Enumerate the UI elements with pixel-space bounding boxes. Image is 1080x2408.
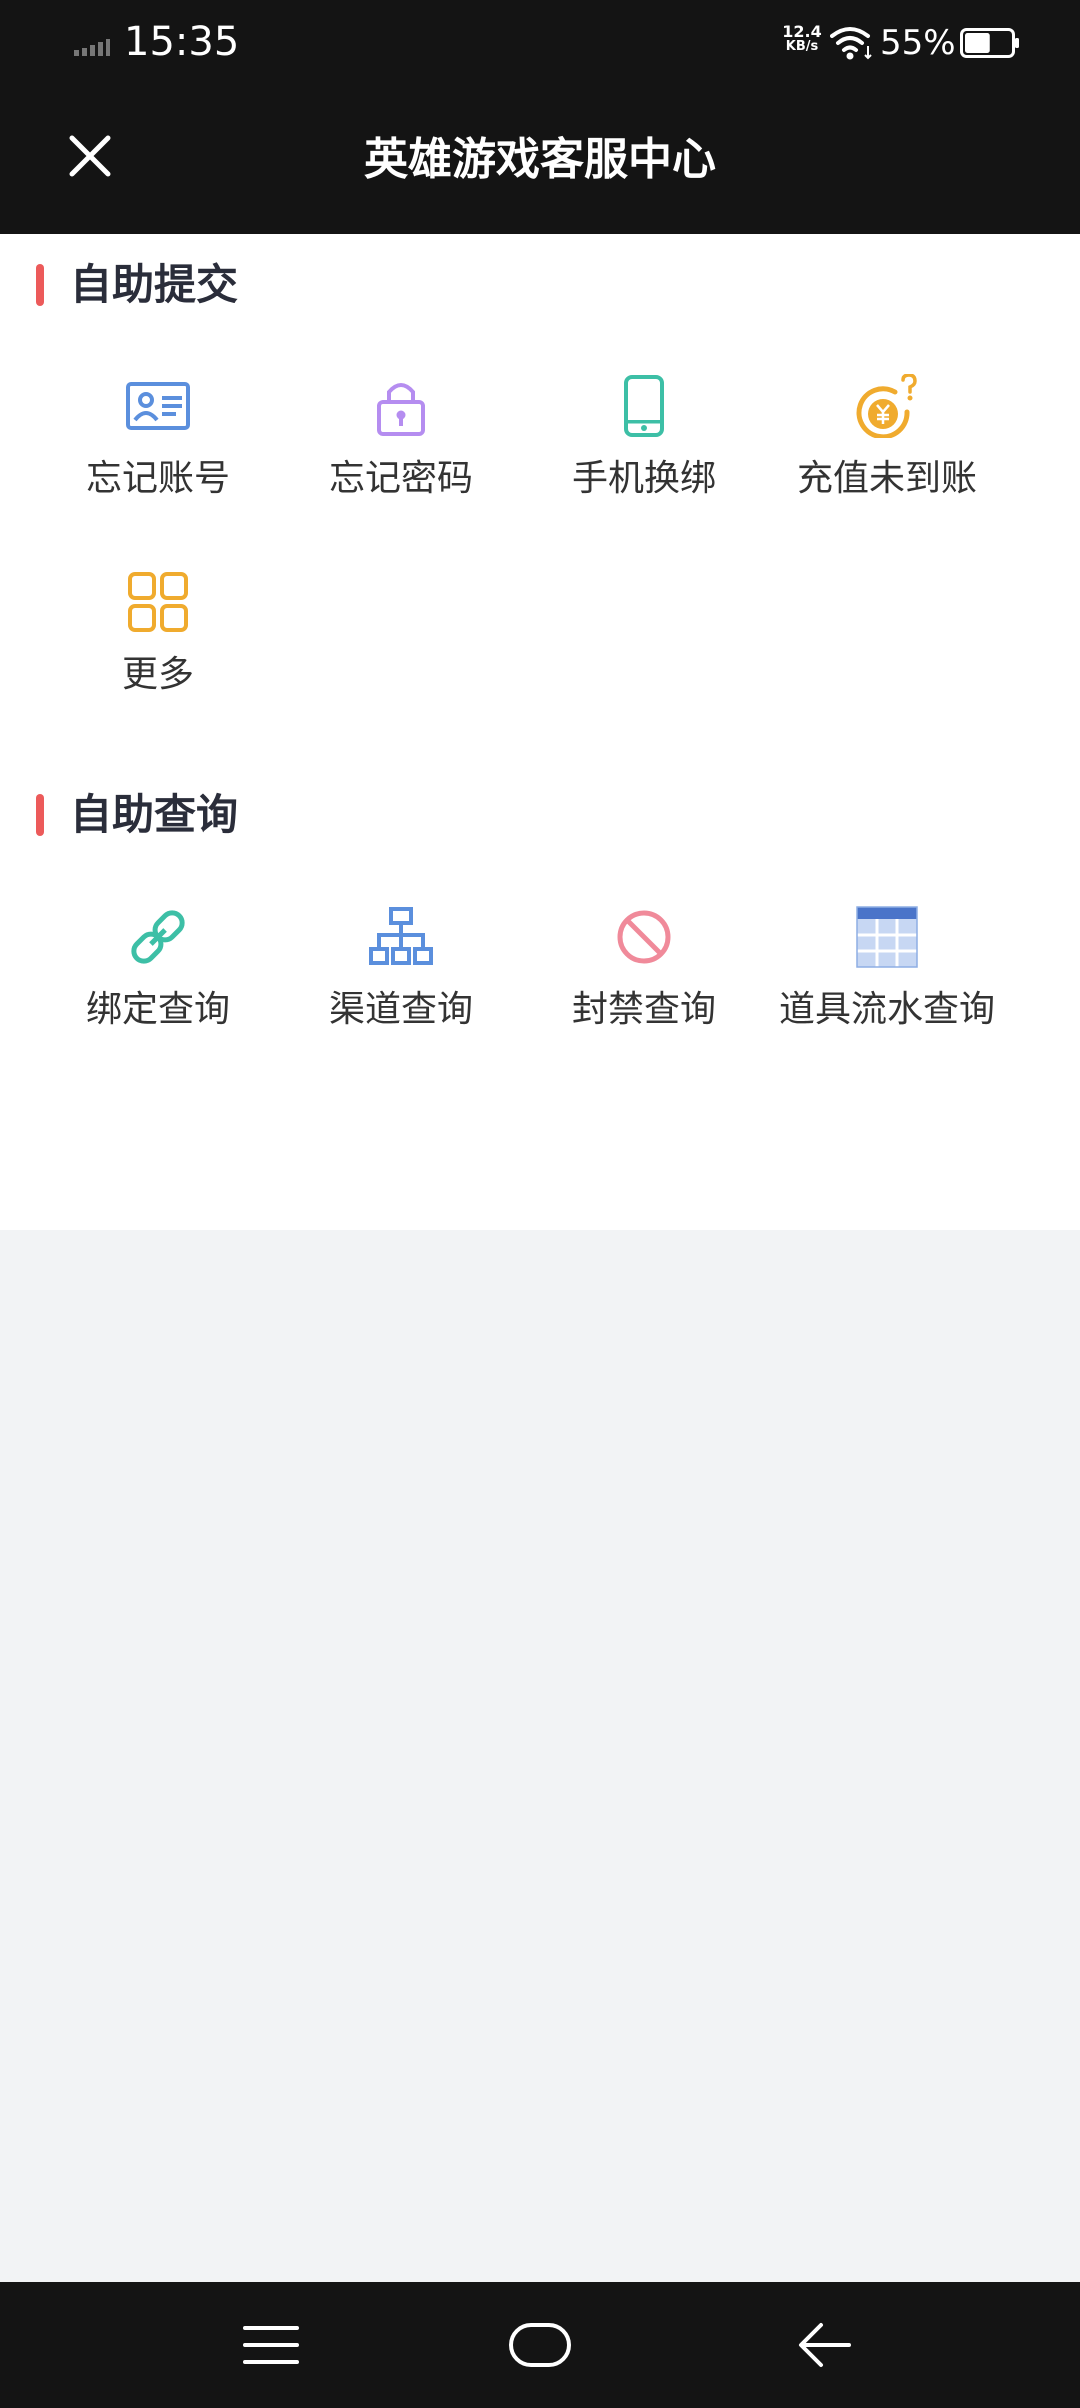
section-header-self-query: 自助查询: [36, 785, 238, 845]
status-time: 15:35: [124, 19, 240, 65]
close-button[interactable]: [60, 126, 120, 186]
tile-item-flow-query[interactable]: 道具流水查询: [765, 905, 1009, 1055]
tile-forgot-account[interactable]: 忘记账号: [36, 374, 280, 524]
tile-binding-query[interactable]: 绑定查询: [36, 905, 280, 1055]
org-chart-icon: [369, 907, 433, 965]
phone-icon: [624, 375, 664, 437]
tile-ban-query[interactable]: 封禁查询: [522, 905, 766, 1055]
back-arrow-icon: [799, 2323, 851, 2367]
home-button[interactable]: [505, 2315, 575, 2375]
battery-percent: 55%: [880, 23, 956, 63]
tile-label: 手机换绑: [571, 458, 716, 499]
home-icon: [509, 2323, 571, 2367]
back-button[interactable]: [790, 2315, 860, 2375]
tile-label: 绑定查询: [85, 989, 230, 1030]
tile-label: 忘记账号: [85, 458, 230, 499]
tile-forgot-password[interactable]: 忘记密码: [279, 374, 523, 524]
wifi-icon: [830, 27, 872, 60]
title-bar: 英雄游戏客服中心: [0, 86, 1080, 234]
signal-icon: [74, 39, 110, 56]
grid-icon: [128, 572, 188, 632]
lock-icon: [377, 383, 425, 436]
net-speed-unit: KB/s: [785, 39, 819, 54]
tile-more[interactable]: 更多: [36, 570, 280, 720]
net-speed-value: 12.4: [782, 22, 822, 41]
battery-icon: [960, 28, 1019, 58]
id-card-icon: [126, 382, 190, 430]
tile-recharge-not-arrived[interactable]: 充值未到账: [765, 374, 1009, 524]
section-header-self-submit: 自助提交: [36, 255, 238, 315]
section-title: 自助提交: [70, 260, 239, 309]
close-icon: [69, 135, 111, 177]
tile-label: 道具流水查询: [778, 989, 995, 1030]
net-speed: 12.4 KB/s: [780, 24, 824, 54]
menu-icon: [243, 2326, 299, 2364]
tile-label: 渠道查询: [328, 989, 473, 1030]
link-icon: [131, 910, 185, 964]
section-title: 自助查询: [70, 790, 239, 839]
tile-label: 更多: [121, 654, 194, 695]
section-accent-bar: [36, 264, 44, 306]
system-nav-bar: [0, 2282, 1080, 2408]
tile-phone-rebind[interactable]: 手机换绑: [522, 374, 766, 524]
main-content: 自助提交 忘记账号 忘记密码 手机换绑 充值未到账 更多 自助查询 绑定查询 渠…: [0, 234, 1080, 1230]
tile-label: 忘记密码: [328, 458, 473, 499]
page-title: 英雄游戏客服中心: [364, 134, 716, 185]
tile-label: 封禁查询: [571, 989, 716, 1030]
yuan-coin-question-icon: [856, 374, 917, 438]
table-icon: [856, 906, 918, 968]
tile-label: 充值未到账: [796, 458, 977, 499]
ban-icon: [617, 910, 671, 964]
section-accent-bar: [36, 794, 44, 836]
menu-button[interactable]: [236, 2315, 306, 2375]
status-bar: 15:35 12.4 KB/s 55%: [0, 0, 1080, 86]
tile-channel-query[interactable]: 渠道查询: [279, 905, 523, 1055]
